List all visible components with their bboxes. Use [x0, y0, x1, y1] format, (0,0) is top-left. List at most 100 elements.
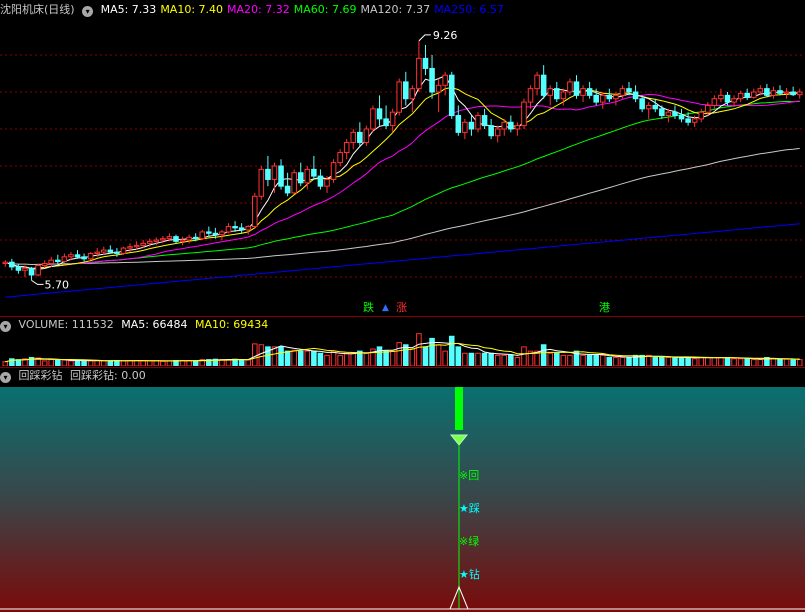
volume-bar [186, 359, 192, 366]
volume-chart [2, 333, 803, 366]
candle-body [777, 90, 783, 94]
volume-bar [606, 357, 613, 366]
candle-body [68, 254, 74, 258]
candle-body [15, 266, 22, 271]
candle-body [462, 121, 468, 133]
candle-body [232, 226, 238, 229]
signal-char-1: ※回 [459, 469, 480, 482]
volume-bar [107, 360, 114, 366]
candle-body [291, 172, 297, 194]
candle-body [488, 125, 494, 137]
volume-bar [560, 354, 567, 366]
candle-body [363, 128, 370, 143]
candle-body [672, 111, 678, 117]
candle-body [416, 57, 422, 90]
volume-bar [133, 359, 140, 366]
volume-bar [659, 357, 665, 366]
volume-bar [435, 344, 442, 366]
volume-bar [724, 357, 731, 366]
chevron-down-icon[interactable]: ▾ [0, 372, 11, 383]
volume-bar [284, 350, 291, 366]
candle-body [691, 118, 698, 123]
volume-bar [790, 359, 796, 366]
volume-bar [68, 360, 74, 366]
candle-body [41, 263, 48, 267]
candle-body [376, 108, 383, 120]
candle-body [396, 81, 402, 113]
candle-body [422, 57, 429, 69]
candle-body [757, 88, 764, 93]
volume-bar [114, 359, 120, 366]
volume-bar [153, 360, 160, 366]
volume-bar [251, 343, 258, 366]
signal-tag-zhang: 涨 [396, 301, 407, 314]
volume-bar [488, 352, 494, 366]
candle-body [403, 81, 409, 100]
candle-body [271, 165, 278, 180]
candle-body [324, 178, 330, 187]
chevron-down-icon[interactable]: ▾ [0, 321, 11, 332]
volume-bar [521, 346, 527, 366]
volume-bar [750, 359, 757, 366]
chevron-down-icon[interactable]: ▾ [82, 6, 94, 17]
volume-bar [192, 360, 199, 366]
candle-body [2, 261, 9, 265]
up-arrow-icon: ▲ [382, 303, 389, 313]
indicator-header: ▾ 回踩彩钻 回踩彩钻: 0.00 [0, 369, 150, 383]
signal-tag-die: 跌 [363, 301, 374, 314]
volume-bar [626, 357, 632, 366]
volume-bar [455, 346, 462, 366]
volume-bar [278, 346, 284, 366]
candle-body [737, 92, 744, 100]
candle-body [173, 236, 179, 242]
candle-body [370, 108, 376, 130]
volume-bar [330, 350, 337, 366]
volume-bar [383, 350, 389, 366]
volume-bar [448, 335, 455, 366]
volume-bar [100, 360, 107, 366]
candle-body [265, 168, 271, 180]
candle-body [554, 88, 560, 100]
volume-bar [481, 352, 488, 366]
volume-bar [770, 357, 777, 366]
volume-bar [554, 352, 560, 366]
volume-bar [87, 360, 94, 366]
candle-body [337, 152, 343, 164]
candle-body [212, 232, 219, 236]
candle-body [527, 88, 534, 103]
volume-bar [416, 333, 422, 366]
candle-body [9, 261, 15, 268]
volume-bar [711, 357, 718, 366]
candle-body [219, 231, 225, 236]
candle-body [521, 101, 527, 127]
candle-body [744, 92, 750, 98]
panel-divider [0, 367, 805, 368]
candle-body [665, 111, 672, 117]
volume-bar [783, 358, 790, 366]
volume-bar [665, 357, 672, 366]
candle-body [186, 236, 192, 241]
candle-body [547, 88, 554, 96]
candle-body [146, 240, 153, 244]
diamond-icon [449, 434, 469, 446]
volume-bar [337, 354, 343, 366]
volume-bar [422, 346, 429, 366]
candle-body [606, 94, 613, 100]
volume-bar [731, 358, 737, 366]
volume-bar [501, 354, 508, 366]
low-label: 5.70 [45, 278, 70, 291]
candle-body [613, 94, 619, 100]
volume-bar [271, 346, 278, 366]
volume-bar [619, 357, 626, 366]
volume-bar [691, 358, 698, 366]
candle-body [350, 131, 357, 143]
candle-body [475, 115, 481, 130]
volume-bar [160, 360, 166, 366]
price-chart: 9.26 5.70 [0, 29, 805, 298]
volume-bar [757, 359, 764, 366]
volume-bar [41, 360, 48, 366]
volume-bar [127, 359, 133, 366]
candle-body [245, 226, 251, 231]
candle-body [278, 165, 284, 187]
candle-body [455, 115, 462, 133]
